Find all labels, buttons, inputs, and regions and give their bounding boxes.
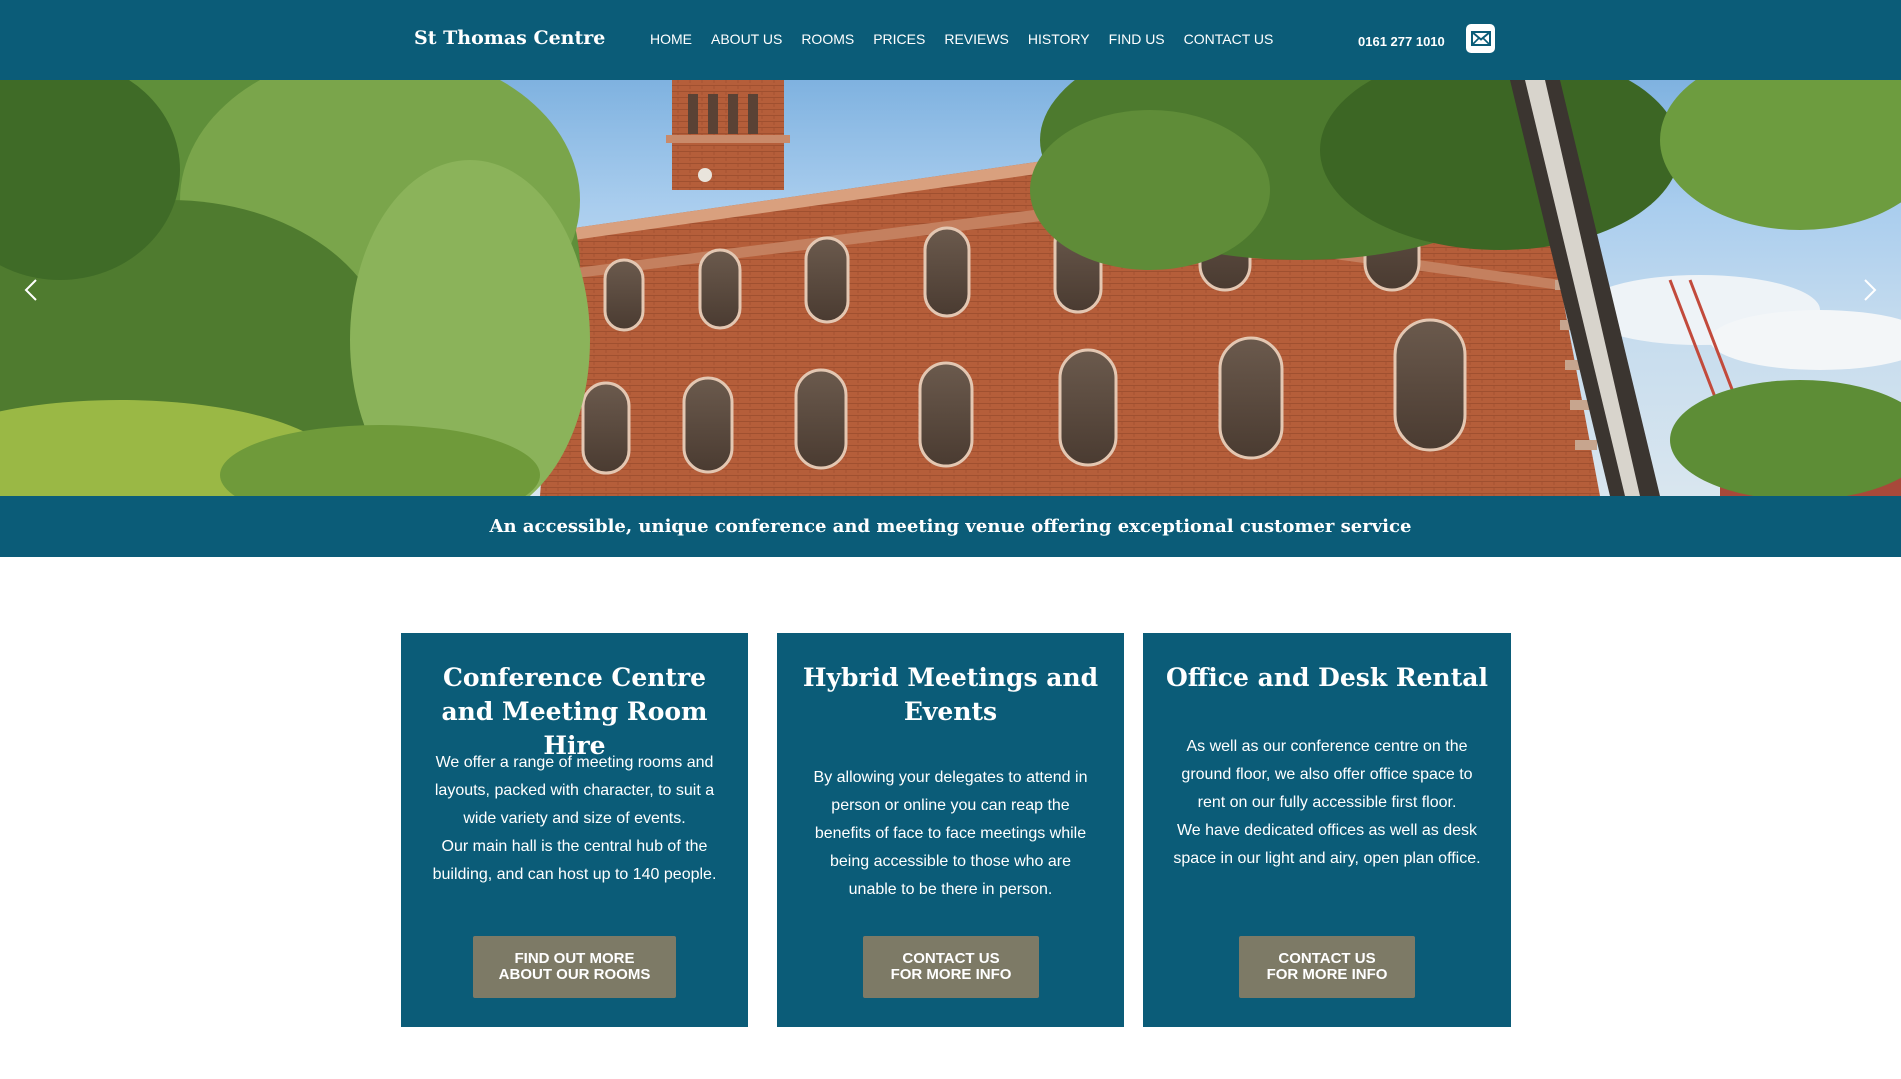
phone-number[interactable]: 0161 277 1010 <box>1358 34 1445 49</box>
site-logo[interactable]: St Thomas Centre <box>414 27 605 49</box>
card-office-desk-rental: Office and Desk Rental As well as our co… <box>1143 633 1511 1027</box>
email-button[interactable] <box>1466 24 1495 53</box>
nav-history[interactable]: HISTORY <box>1028 31 1090 47</box>
nav-home[interactable]: HOME <box>650 31 692 47</box>
tagline: An accessible, unique conference and mee… <box>489 516 1412 537</box>
nav-prices[interactable]: PRICES <box>873 31 925 47</box>
card-body: By allowing your delegates to attend in … <box>777 764 1124 904</box>
tagline-band: An accessible, unique conference and mee… <box>0 496 1901 557</box>
nav-rooms[interactable]: ROOMS <box>801 31 854 47</box>
site-header: St Thomas Centre HOME ABOUT US ROOMS PRI… <box>0 0 1901 80</box>
find-out-more-rooms-button[interactable]: FIND OUT MORE ABOUT OUR ROOMS <box>473 936 676 998</box>
nav-contact-us[interactable]: CONTACT US <box>1184 31 1274 47</box>
card-paragraph: Our main hall is the central hub of the … <box>432 838 717 883</box>
card-paragraph: We offer a range of meeting rooms and la… <box>434 754 715 827</box>
nav-find-us[interactable]: FIND US <box>1109 31 1165 47</box>
nav-about-us[interactable]: ABOUT US <box>711 31 782 47</box>
contact-us-button[interactable]: CONTACT US FOR MORE INFO <box>1239 936 1415 998</box>
nav-reviews[interactable]: REVIEWS <box>944 31 1009 47</box>
card-paragraph: By allowing your delegates to attend in … <box>813 769 1088 898</box>
card-title: Conference Centre and Meeting Room Hire <box>441 663 708 760</box>
card-body: As well as our conference centre on the … <box>1143 733 1511 873</box>
contact-us-button[interactable]: CONTACT US FOR MORE INFO <box>863 936 1039 998</box>
chevron-left-icon[interactable] <box>10 270 50 310</box>
chevron-right-icon[interactable] <box>1851 270 1891 310</box>
card-conference-room-hire: Conference Centre and Meeting Room Hire … <box>401 633 748 1027</box>
hero-image <box>0 80 1901 496</box>
card-title: Office and Desk Rental <box>1166 663 1488 692</box>
card-paragraph: As well as our conference centre on the … <box>1181 738 1473 811</box>
card-title: Hybrid Meetings and Events <box>802 663 1099 726</box>
main-nav: HOME ABOUT US ROOMS PRICES REVIEWS HISTO… <box>650 31 1292 47</box>
envelope-icon <box>1470 31 1491 46</box>
hero-slider <box>0 80 1901 496</box>
card-paragraph: We have dedicated offices as well as des… <box>1173 822 1481 867</box>
card-body: We offer a range of meeting rooms and la… <box>401 749 748 889</box>
card-hybrid-meetings: Hybrid Meetings and Events By allowing y… <box>777 633 1124 1027</box>
